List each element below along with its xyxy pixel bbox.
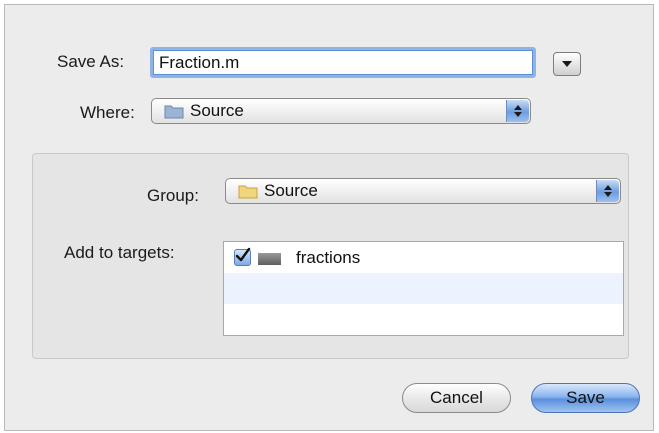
where-popup-arrows [506, 100, 529, 122]
save-as-label: Save As: [57, 52, 125, 71]
chevron-up-icon [604, 185, 612, 190]
group-popup-value: Source [264, 181, 318, 200]
folder-icon [238, 185, 258, 198]
triangle-down-icon [562, 61, 572, 67]
group-popup-arrows [596, 180, 619, 202]
where-popup-value: Source [190, 101, 244, 120]
chevron-down-icon [604, 192, 612, 197]
target-icon [258, 253, 281, 265]
group-popup[interactable]: Source [225, 178, 621, 204]
expand-dialog-button[interactable] [553, 52, 581, 76]
save-button[interactable]: Save [531, 383, 640, 413]
save-dialog: Save As: Where: Source Group: Source Add… [4, 4, 654, 431]
save-as-input[interactable] [150, 47, 536, 78]
where-popup[interactable]: Source [151, 98, 531, 124]
cancel-button[interactable]: Cancel [402, 383, 511, 413]
chevron-up-icon [514, 105, 522, 110]
group-label: Group: [147, 186, 199, 205]
targets-list[interactable]: fractions [223, 241, 624, 336]
list-item [224, 304, 623, 335]
where-label: Where: [80, 103, 135, 122]
list-item[interactable]: fractions [224, 242, 623, 273]
targets-label: Add to targets: [64, 243, 175, 262]
target-name: fractions [296, 248, 361, 267]
chevron-down-icon [514, 112, 522, 117]
list-item [224, 273, 623, 304]
folder-icon [164, 105, 184, 118]
target-checkbox[interactable] [234, 247, 251, 266]
checkmark-icon [235, 247, 251, 262]
